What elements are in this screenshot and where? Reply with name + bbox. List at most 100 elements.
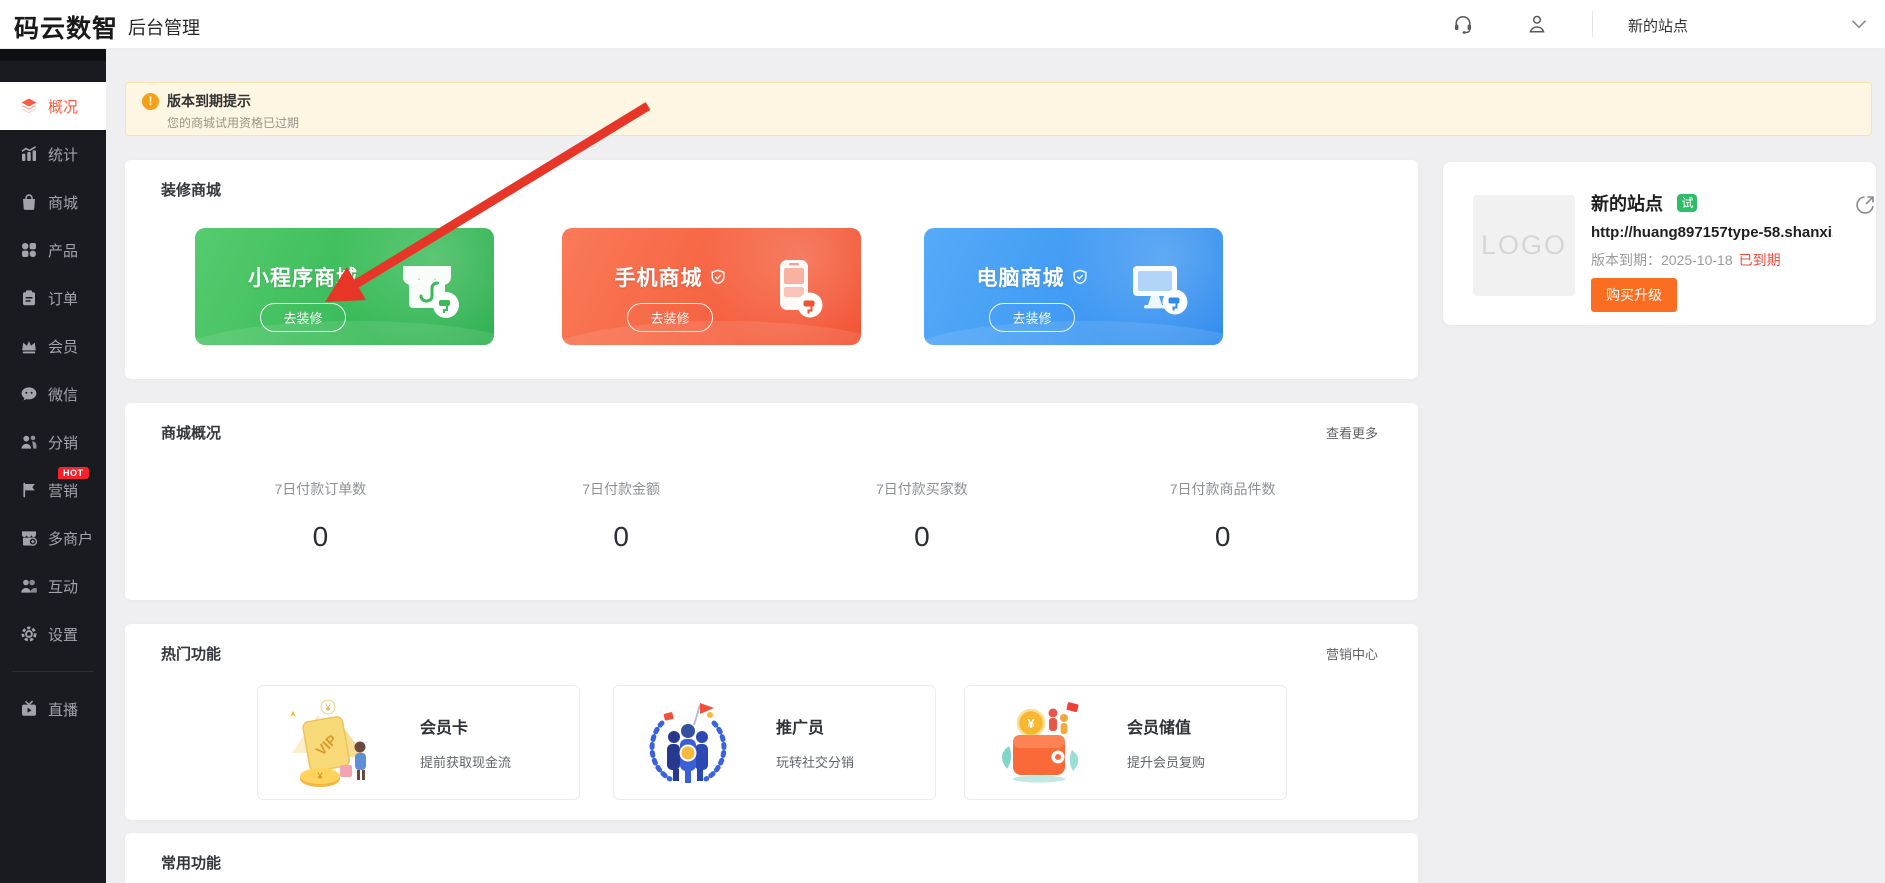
pc-mall-card[interactable]: 电脑商城 去装修 xyxy=(924,228,1223,345)
user-icon[interactable] xyxy=(1526,13,1548,35)
upgrade-button[interactable]: 购买升级 xyxy=(1591,278,1677,312)
promoter-illustration xyxy=(640,695,736,791)
sidebar: 概况 统计 商城 xyxy=(0,48,106,883)
layers-icon xyxy=(19,96,39,116)
site-logo-placeholder: LOGO xyxy=(1473,195,1575,296)
app-subtitle: 后台管理 xyxy=(128,14,200,40)
stored-value-illustration: ¥ xyxy=(991,695,1087,791)
decorate-button[interactable]: 去装修 xyxy=(260,303,345,332)
sidebar-item-distribution[interactable]: 分销 xyxy=(0,418,106,466)
svg-text:¥: ¥ xyxy=(1027,716,1035,731)
sidebar-item-label: 设置 xyxy=(48,624,78,645)
header-divider xyxy=(1592,11,1593,37)
marketing-center-link[interactable]: 营销中心 xyxy=(1326,644,1378,663)
section-heading: 常用功能 xyxy=(161,852,221,873)
sidebar-item-label: 微信 xyxy=(48,384,78,405)
sidebar-item-label: 分销 xyxy=(48,432,78,453)
mall-overview-card: 商城概况 查看更多 7日付款订单数 0 7日付款金额 0 7日付款买家数 0 7… xyxy=(125,403,1418,600)
expire-date: 2025-10-18 xyxy=(1661,252,1733,268)
sidebar-item-settings[interactable]: 设置 xyxy=(0,610,106,658)
feature-stored-value[interactable]: ¥ 会员储值 提升会员复购 xyxy=(964,685,1287,800)
sidebar-item-products[interactable]: 产品 xyxy=(0,226,106,274)
sidebar-item-members[interactable]: 会员 xyxy=(0,322,106,370)
chevron-down-icon[interactable] xyxy=(1852,20,1866,29)
sidebar-item-statistics[interactable]: 统计 xyxy=(0,130,106,178)
feature-promoter[interactable]: 推广员 玩转社交分销 xyxy=(613,685,936,800)
promo-title: 手机商城 xyxy=(615,262,703,292)
site-url[interactable]: http://huang897157type-58.shanxi... xyxy=(1591,224,1833,241)
sidebar-item-label: 概况 xyxy=(48,96,78,117)
live-tv-icon xyxy=(19,699,39,719)
decorate-button[interactable]: 去装修 xyxy=(989,303,1074,332)
shield-check-icon xyxy=(1072,269,1088,285)
decorate-mall-card: 装修商城 小程序商城 去装修 手机商城 xyxy=(125,160,1418,379)
expire-label: 版本到期： xyxy=(1591,252,1661,268)
feature-member-card[interactable]: VIP ¥ ¥ 会员卡 提前获取现金流 xyxy=(257,685,580,800)
sidebar-item-label: 商城 xyxy=(48,192,78,213)
crown-icon xyxy=(19,336,39,356)
feature-desc: 提前获取现金流 xyxy=(420,752,511,771)
marketing-flag-icon xyxy=(19,480,39,500)
shop-bag-icon xyxy=(19,192,39,212)
site-name-row: 新的站点 试 xyxy=(1591,190,1854,216)
feature-title: 会员卡 xyxy=(420,714,511,738)
sidebar-item-label: 产品 xyxy=(48,240,78,261)
order-clipboard-icon xyxy=(19,288,39,308)
mobile-mall-card[interactable]: 手机商城 去装修 xyxy=(562,228,861,345)
promo-title: 电脑商城 xyxy=(977,262,1065,292)
sidebar-item-label: 订单 xyxy=(48,288,78,309)
sidebar-item-label: 直播 xyxy=(48,699,78,720)
view-more-link[interactable]: 查看更多 xyxy=(1326,423,1378,442)
sidebar-item-label: 会员 xyxy=(48,336,78,357)
promo-title: 小程序商城 xyxy=(248,262,358,292)
decorate-button[interactable]: 去装修 xyxy=(627,303,712,332)
alert-description: 您的商城试用资格已过期 xyxy=(167,114,1855,131)
feature-title: 推广员 xyxy=(776,714,854,738)
sidebar-item-mall[interactable]: 商城 xyxy=(0,178,106,226)
sidebar-item-marketing[interactable]: 营销 HOT xyxy=(0,466,106,514)
sidebar-item-multistore[interactable]: 多商户 xyxy=(0,514,106,562)
distribution-users-icon xyxy=(19,432,39,452)
sidebar-item-interaction[interactable]: 互动 xyxy=(0,562,106,610)
hot-badge: HOT xyxy=(58,467,89,479)
products-grid-icon xyxy=(19,240,39,260)
common-functions-card: 常用功能 xyxy=(125,833,1418,883)
desktop-monitor-icon xyxy=(1119,250,1193,324)
miniprogram-store-icon xyxy=(390,250,464,324)
open-site-icon[interactable] xyxy=(1854,194,1876,216)
sidebar-item-orders[interactable]: 订单 xyxy=(0,274,106,322)
mobile-phone-icon xyxy=(757,250,831,324)
svg-text:¥: ¥ xyxy=(316,771,323,781)
current-site-name[interactable]: 新的站点 xyxy=(1628,15,1688,36)
feature-title: 会员储值 xyxy=(1127,714,1205,738)
sidebar-divider xyxy=(12,671,94,672)
warning-icon: ! xyxy=(142,93,159,110)
alert-title: 版本到期提示 xyxy=(167,91,251,111)
stat-paid-orders: 7日付款订单数 0 xyxy=(170,479,471,553)
sidebar-item-label: 互动 xyxy=(48,576,78,597)
wechat-icon xyxy=(19,384,39,404)
headset-icon[interactable] xyxy=(1452,13,1474,35)
feature-desc: 提升会员复购 xyxy=(1127,752,1205,771)
top-header: 码云数智 后台管理 新的站点 xyxy=(0,0,1885,48)
sidebar-item-label: 营销 xyxy=(48,480,78,501)
site-info-panel: LOGO 新的站点 试 http://huang897157type-58.sh… xyxy=(1443,162,1876,325)
section-heading: 热门功能 xyxy=(161,643,221,664)
section-heading: 装修商城 xyxy=(161,179,221,200)
sidebar-item-wechat[interactable]: 微信 xyxy=(0,370,106,418)
miniprogram-mall-card[interactable]: 小程序商城 去装修 xyxy=(195,228,494,345)
svg-text:¥: ¥ xyxy=(324,703,331,713)
shield-check-icon xyxy=(710,269,726,285)
section-heading: 商城概况 xyxy=(161,422,221,443)
stat-paid-items: 7日付款商品件数 0 xyxy=(1072,479,1373,553)
sidebar-item-live[interactable]: 直播 xyxy=(0,685,106,733)
sidebar-item-label: 统计 xyxy=(48,144,78,165)
multi-store-icon xyxy=(19,528,39,548)
app-logo: 码云数智 xyxy=(14,9,118,45)
stat-paid-amount: 7日付款金额 0 xyxy=(471,479,772,553)
expire-status: 已到期 xyxy=(1739,252,1781,268)
sidebar-item-overview[interactable]: 概况 xyxy=(0,82,106,130)
version-expire-alert: ! 版本到期提示 您的商城试用资格已过期 xyxy=(125,82,1872,136)
feature-desc: 玩转社交分销 xyxy=(776,752,854,771)
vip-card-illustration: VIP ¥ ¥ xyxy=(284,695,380,791)
